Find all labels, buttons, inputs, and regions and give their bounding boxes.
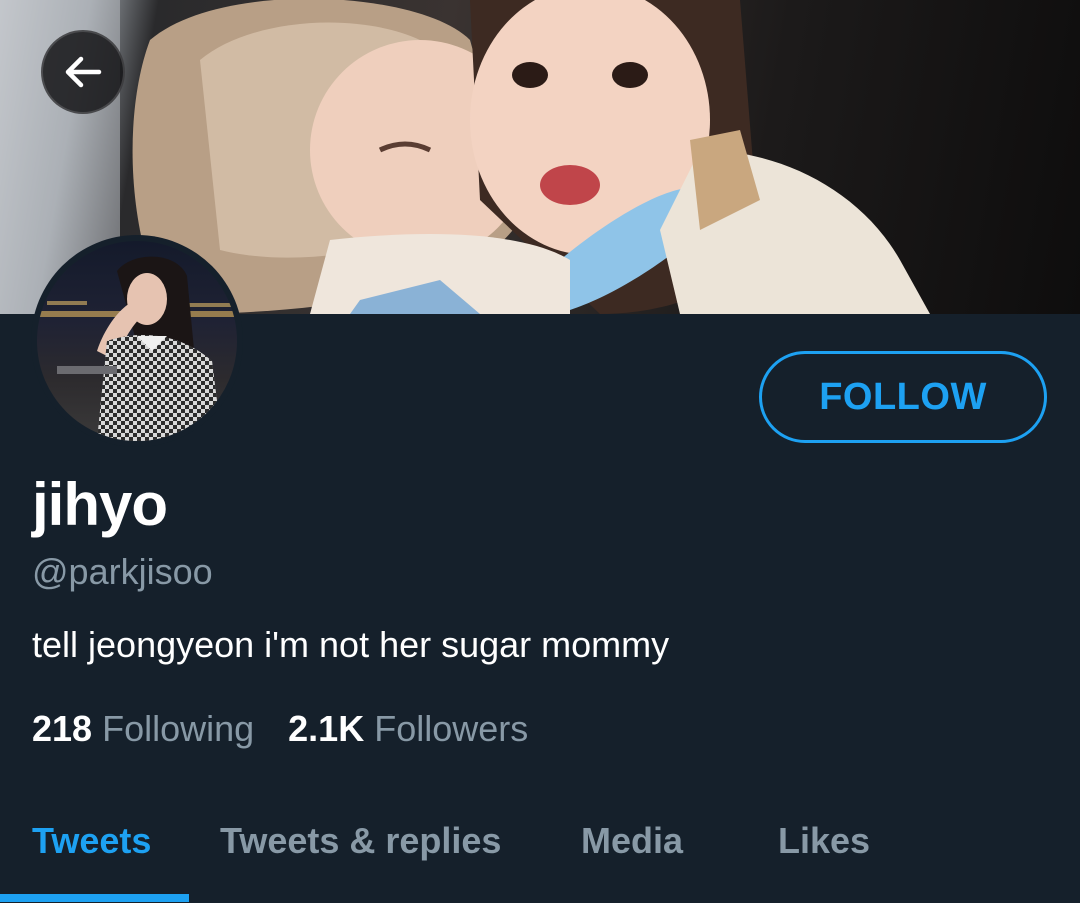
back-button[interactable] xyxy=(41,30,125,114)
avatar-photo xyxy=(37,241,237,441)
follow-button[interactable]: FOLLOW xyxy=(759,351,1047,443)
arrow-left-icon xyxy=(65,56,102,88)
following-stat[interactable]: 218 Following xyxy=(32,706,254,752)
tab-tweets-replies[interactable]: Tweets & replies xyxy=(220,818,501,864)
following-label: Following xyxy=(102,708,255,749)
tab-likes[interactable]: Likes xyxy=(778,818,870,864)
display-name: jihyo xyxy=(32,471,168,538)
avatar[interactable] xyxy=(31,235,243,447)
profile-tabs: Tweets Tweets & replies Media Likes xyxy=(0,790,1080,903)
followers-label: Followers xyxy=(374,708,529,749)
profile-stats: 218 Following 2.1K Followers xyxy=(32,706,528,752)
tab-media[interactable]: Media xyxy=(581,818,683,864)
username-handle: @parkjisoo xyxy=(32,551,213,592)
followers-stat[interactable]: 2.1K Followers xyxy=(288,706,528,752)
following-count: 218 xyxy=(32,708,93,749)
tab-tweets[interactable]: Tweets xyxy=(32,818,151,864)
active-tab-indicator xyxy=(0,894,189,902)
followers-count: 2.1K xyxy=(288,708,365,749)
profile-bio: tell jeongyeon i'm not her sugar mommy xyxy=(32,624,670,665)
